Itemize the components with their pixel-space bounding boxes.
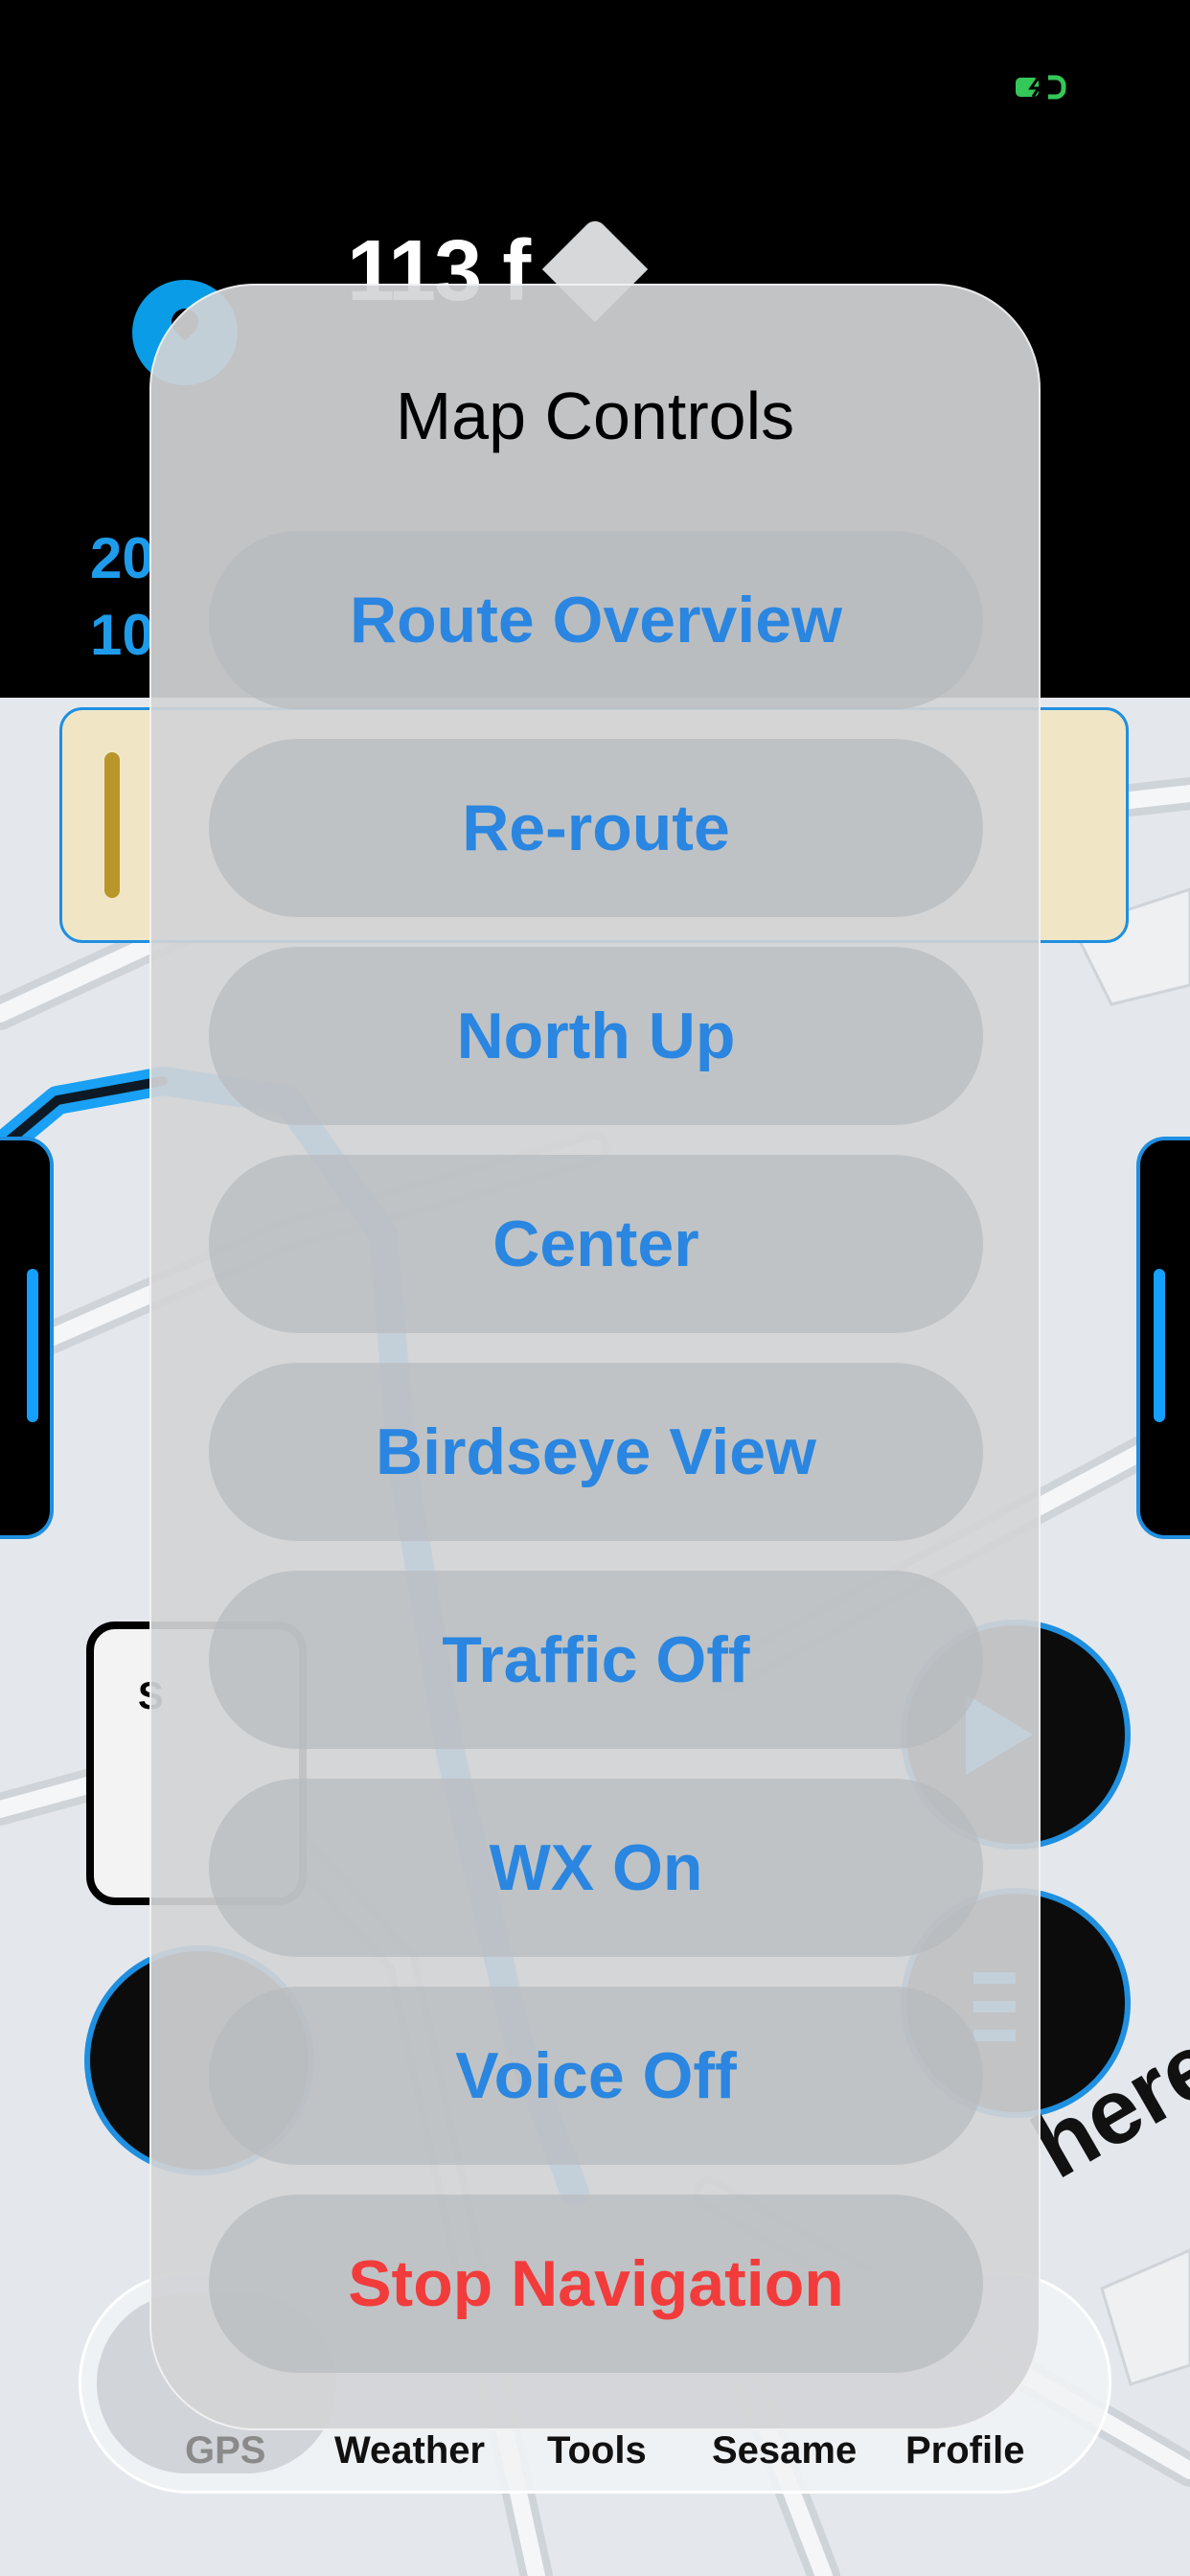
tab-profile[interactable]: Profile <box>905 2429 1024 2472</box>
grip-bar <box>1154 1269 1165 1422</box>
tab-tools[interactable]: Tools <box>547 2429 647 2472</box>
center-button[interactable]: Center <box>209 1155 983 1333</box>
traffic-toggle-button[interactable]: Traffic Off <box>209 1571 983 1749</box>
north-up-button[interactable]: North Up <box>209 947 983 1125</box>
birdseye-view-button[interactable]: Birdseye View <box>209 1363 983 1541</box>
app-screen: 113 f 20 10 here GPS Weather Tools Sesam… <box>0 0 1190 2576</box>
reroute-button[interactable]: Re-route <box>209 739 983 917</box>
tab-sesame[interactable]: Sesame <box>712 2429 857 2472</box>
tab-weather[interactable]: Weather <box>334 2429 485 2472</box>
stop-navigation-button[interactable]: Stop Navigation <box>209 2195 983 2373</box>
wx-toggle-button[interactable]: WX On <box>209 1779 983 1957</box>
map-controls-popover: Map Controls Route Overview Re-route Nor… <box>149 284 1041 2430</box>
grip-bar <box>27 1269 38 1422</box>
eta-primary: 20 <box>90 526 154 590</box>
eta-secondary: 10 <box>90 603 154 667</box>
left-panel-handle[interactable] <box>0 1137 54 1539</box>
battery-charging-icon <box>1016 75 1066 100</box>
popover-title: Map Controls <box>395 379 795 453</box>
voice-toggle-button[interactable]: Voice Off <box>209 1987 983 2165</box>
tab-gps[interactable]: GPS <box>185 2429 265 2472</box>
alert-indicator <box>104 752 120 898</box>
right-panel-handle[interactable] <box>1136 1137 1190 1539</box>
route-overview-button[interactable]: Route Overview <box>209 531 983 709</box>
